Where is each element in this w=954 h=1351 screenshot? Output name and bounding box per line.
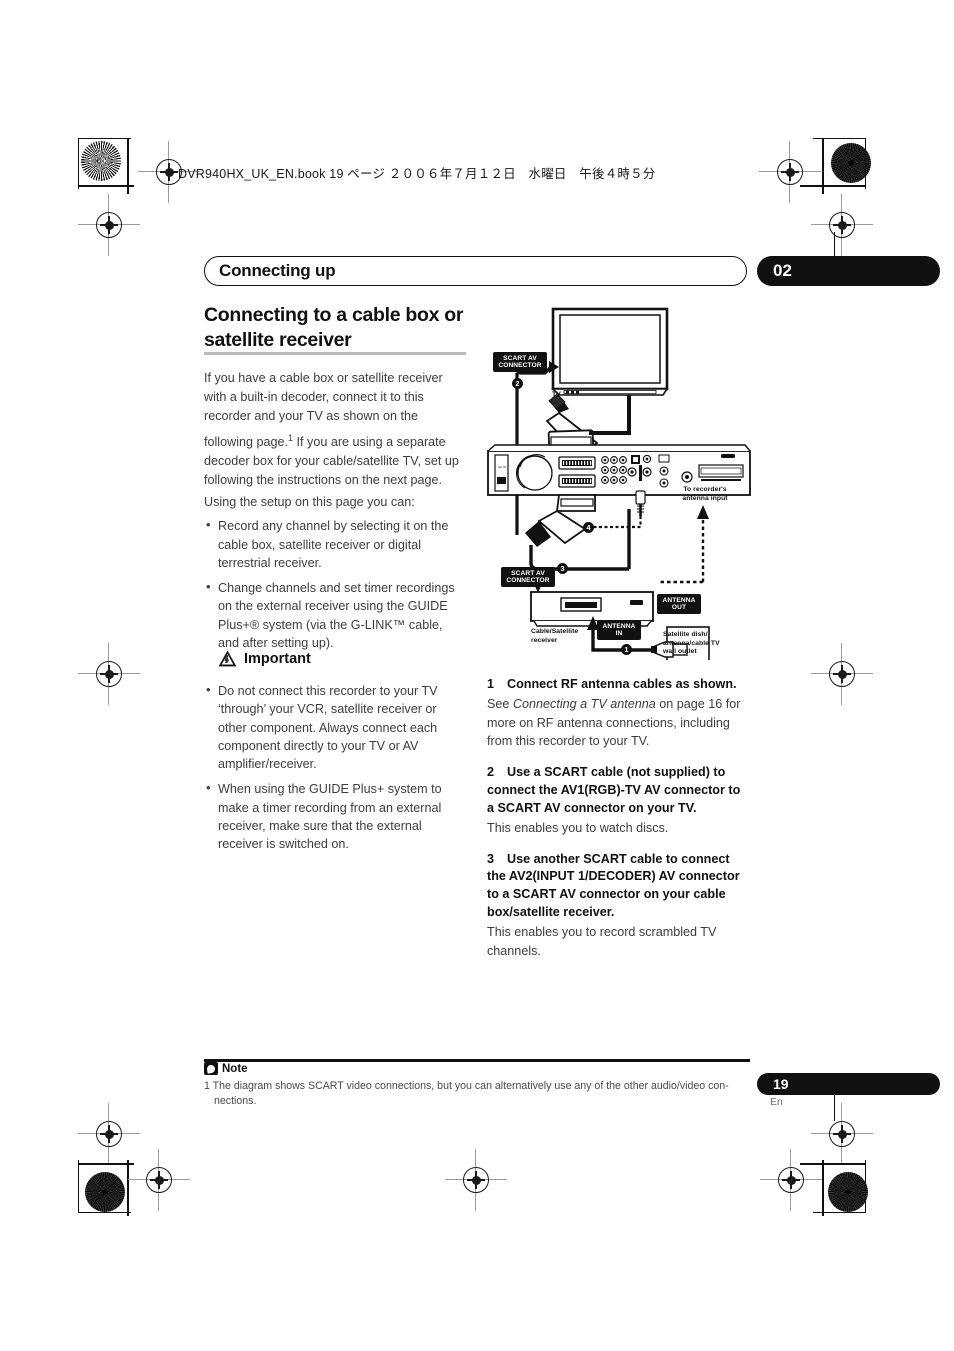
antenna-input-caption-line2: antenna input <box>682 494 728 502</box>
chapter-number-badge: 02 <box>757 256 940 286</box>
chapter-badge-tick <box>834 232 836 258</box>
note-body-line-1: 1 The diagram shows SCART video connecti… <box>204 1080 729 1092</box>
cable-satellite-receiver-caption: Cable/Satellite receiver <box>531 628 601 645</box>
intro-paragraph-2-pre: following page. <box>204 435 289 450</box>
important-body: Do not connect this recorder to your TV … <box>204 676 466 860</box>
trim-line-br-v <box>822 1160 824 1216</box>
antenna-in-line2: IN <box>615 629 623 637</box>
step-1-title: 1 Connect RF antenna cables as shown. <box>487 676 749 694</box>
intro-paragraph-1: If you have a cable box or satellite rec… <box>204 371 443 423</box>
important-heading: Important <box>218 650 311 667</box>
svg-text:AC IN: AC IN <box>498 465 506 469</box>
note-icon <box>204 1062 218 1075</box>
scart-plug-to-receiver <box>525 494 596 547</box>
step-2-title-text: Use a SCART cable (not supplied) to conn… <box>487 765 741 815</box>
to-recorders-antenna-input-caption: To recorder's antenna input <box>673 486 737 503</box>
step-1: 1 Connect RF antenna cables as shown. See… <box>487 676 749 751</box>
steps-column: 1 Connect RF antenna cables as shown. See… <box>487 676 749 974</box>
callout-4: 4 <box>583 522 594 533</box>
step-2-number: 2 <box>487 765 495 780</box>
important-label: Important <box>244 650 311 667</box>
wall-outlet-line1: Satellite dish/ <box>663 631 708 638</box>
warning-triangle-icon <box>218 650 237 667</box>
callout-3: 3 <box>557 563 568 574</box>
trim-line-bl-h <box>78 1163 134 1165</box>
scart-av-label-top-line1: SCART AV <box>503 354 537 362</box>
book-file-header: DVR940HX_UK_EN.book 19 ページ ２００６年７月１２日 水曜… <box>178 167 656 181</box>
wall-outlet-caption: Satellite dish/ antenna/cable TV wall ou… <box>663 631 727 657</box>
list-item: Do not connect this recorder to your TV … <box>204 681 466 773</box>
antenna-input-caption-line1: To recorder's <box>683 486 727 493</box>
list-item: When using the GUIDE Plus+ system to mak… <box>204 779 466 853</box>
bullet-text: When using the GUIDE Plus+ system to mak… <box>218 782 442 851</box>
bullet-text: Do not connect this recorder to your TV … <box>218 684 438 771</box>
crop-corner-bottom-right <box>813 1160 866 1213</box>
note-body-line-2: nections. <box>214 1095 257 1108</box>
step-2-body: This enables you to watch discs. <box>487 820 669 835</box>
note-label: Note <box>222 1062 248 1075</box>
note-body: 1 The diagram shows SCART video connecti… <box>204 1079 752 1109</box>
receiver-caption-line1: Cable/Satellite <box>531 628 579 635</box>
running-head-bar: Connecting up <box>204 256 747 286</box>
page-badge-tick <box>834 1095 836 1121</box>
step-1-body-pre: See <box>487 696 513 711</box>
note-heading: Note <box>204 1062 248 1075</box>
tv-caption: TV <box>552 391 561 398</box>
list-item: Change channels and set timer recordings… <box>204 578 466 652</box>
step-3-title: 3 Use another SCART cable to connect the … <box>487 851 749 923</box>
page-language-code: En <box>770 1096 783 1108</box>
trim-line-tr-h <box>800 185 866 187</box>
intro-paragraph-2: following page.1 If you are using a sepa… <box>204 432 466 489</box>
running-head-title: Connecting up <box>219 261 336 280</box>
step-3: 3 Use another SCART cable to connect the … <box>487 851 749 961</box>
scart-av-connector-label-top: SCART AV CONNECTOR <box>493 352 547 372</box>
feature-bullet-list: Record any channel by selecting it on th… <box>204 516 466 652</box>
tv-illustration <box>551 307 669 396</box>
scart-av-label-bottom-line2: CONNECTOR <box>506 576 550 584</box>
step-1-title-text: Connect RF antenna cables as shown. <box>507 677 737 691</box>
crop-corner-bottom-left <box>78 1160 131 1213</box>
important-bullet-list: Do not connect this recorder to your TV … <box>204 681 466 853</box>
antenna-out-label: ANTENNA OUT <box>657 594 701 614</box>
page-number-badge: 19 <box>757 1073 940 1095</box>
step-3-number: 3 <box>487 851 495 866</box>
antenna-out-line1: ANTENNA <box>662 596 696 604</box>
intro-paragraph-3: Using the setup on this page you can: <box>204 494 415 509</box>
antenna-in-label: ANTENNA IN <box>597 620 641 640</box>
antenna-in-line1: ANTENNA <box>602 622 636 630</box>
bullet-text: Change channels and set timer recordings… <box>218 581 455 650</box>
crop-corner-top-left <box>78 138 131 189</box>
trim-line-bl-v <box>127 1160 129 1216</box>
note-separator-rule <box>204 1059 750 1062</box>
title-underline <box>204 352 466 355</box>
callout-1: 1 <box>621 644 632 655</box>
wall-outlet-line2: antenna/cable TV <box>663 639 720 647</box>
step-1-body-italic: Connecting a TV antenna <box>512 696 656 711</box>
antenna-out-line2: OUT <box>671 603 687 611</box>
trim-line-br-h <box>800 1163 866 1165</box>
scart-av-connector-label-bottom: SCART AV CONNECTOR <box>501 567 555 587</box>
step-2-title: 2 Use a SCART cable (not supplied) to con… <box>487 764 749 818</box>
callout-2: 2 <box>512 378 523 389</box>
step-2: 2 Use a SCART cable (not supplied) to con… <box>487 764 749 837</box>
list-item: Record any channel by selecting it on th… <box>204 516 466 572</box>
page-title: Connecting to a cable box or satellite r… <box>204 304 464 351</box>
bullet-text: Record any channel by selecting it on th… <box>218 519 449 570</box>
antenna-input-dashed-arrow <box>659 505 709 584</box>
trim-line-tl-h <box>78 185 134 187</box>
scart-av-label-bottom-line1: SCART AV <box>511 569 545 577</box>
intro-text-block: If you have a cable box or satellite rec… <box>204 369 466 659</box>
step-1-number: 1 <box>487 677 495 691</box>
connection-diagram: AC IN SCART AV CONNECTOR SCART AV CONNEC… <box>487 305 755 660</box>
scart-av-label-top-line2: CONNECTOR <box>498 361 542 369</box>
step-1-body: See Connecting a TV antenna on page 16 f… <box>487 695 749 751</box>
wall-outlet-line3: wall outlet <box>663 648 697 656</box>
step-3-title-text: Use another SCART cable to connect the A… <box>487 851 740 920</box>
crop-corner-top-right <box>813 138 866 189</box>
receiver-caption-line2: receiver <box>531 636 558 644</box>
step-3-body: This enables you to record scrambled TV … <box>487 925 717 958</box>
